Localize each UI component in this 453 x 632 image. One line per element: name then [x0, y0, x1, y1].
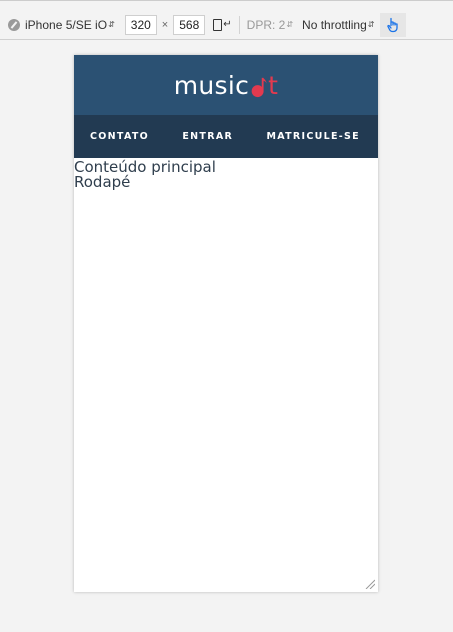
- toolbar-divider: [238, 15, 240, 34]
- touch-mode-button[interactable]: [380, 12, 407, 37]
- footer-text: Rodapé: [74, 173, 131, 191]
- nav-link-contato[interactable]: CONTATO: [90, 131, 149, 142]
- times-sign: ×: [161, 18, 169, 31]
- devtools-toolbar: iPhone 5/SE iO ⇵ 320 × 568 ↵ DPR: 2 ⇵ No…: [0, 0, 453, 40]
- dpr-arrows-icon: ⇵: [286, 20, 294, 29]
- page-body: Conteúdo principal Rodapé: [74, 158, 378, 190]
- site-header: music t: [74, 55, 378, 115]
- dpr-label: DPR: 2: [246, 17, 286, 32]
- resize-handle-icon[interactable]: [365, 579, 375, 589]
- device-select-label: iPhone 5/SE iO: [25, 17, 108, 32]
- height-input[interactable]: 568: [173, 14, 206, 35]
- width-input[interactable]: 320: [124, 14, 157, 35]
- throttling-select[interactable]: No throttling ⇵: [302, 18, 374, 32]
- rotate-arrow-icon: ↵: [223, 19, 232, 30]
- updown-arrows-icon: ⇵: [108, 20, 115, 29]
- site-nav: CONTATO ENTRAR MATRICULE-SE: [74, 115, 378, 158]
- toolbar-top-border: [0, 0, 453, 1]
- pointing-hand-icon: [387, 17, 399, 32]
- logo-text: music: [173, 70, 250, 100]
- logo-text-t: t: [268, 70, 279, 100]
- throttling-label: No throttling: [302, 17, 367, 32]
- rotate-device-icon[interactable]: [213, 18, 223, 31]
- dpr-select[interactable]: DPR: 2 ⇵: [247, 18, 293, 32]
- nav-link-entrar[interactable]: ENTRAR: [182, 131, 233, 142]
- throttling-arrows-icon: ⇵: [367, 20, 375, 29]
- device-select[interactable]: iPhone 5/SE iO ⇵: [8, 18, 115, 32]
- musicdot-logo[interactable]: music t: [174, 73, 279, 98]
- music-note-icon: [251, 77, 267, 97]
- compass-icon: [8, 18, 20, 31]
- nav-link-matricule-se[interactable]: MATRICULE-SE: [266, 131, 360, 142]
- device-viewport: music t CONTATO ENTRAR MATRICULE-SE Cont…: [74, 55, 378, 592]
